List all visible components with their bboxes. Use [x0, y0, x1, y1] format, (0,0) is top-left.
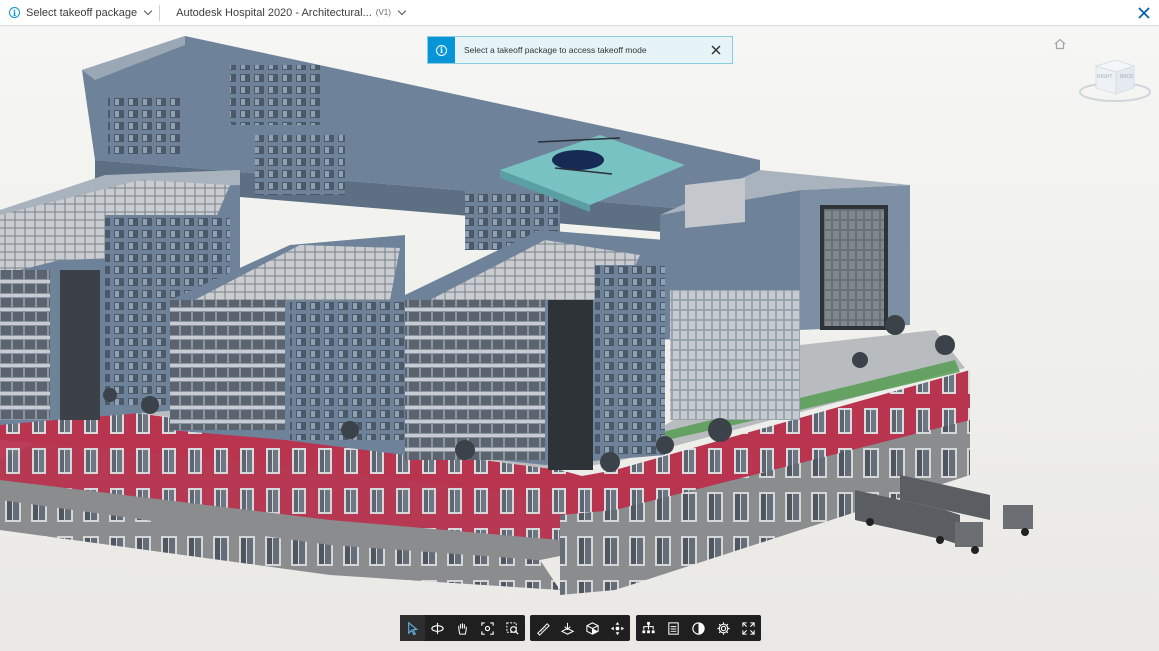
settings-toolbar [636, 615, 761, 641]
model-browser-button[interactable] [636, 615, 661, 641]
info-icon: i [9, 7, 20, 18]
render-settings-icon [692, 621, 705, 635]
top-bar: i Select takeoff package Autodesk Hospit… [0, 0, 1159, 26]
home-icon [1054, 38, 1066, 50]
takeoff-package-selector[interactable]: i Select takeoff package [0, 0, 153, 25]
viewcube[interactable]: RIGHT BACK [1078, 52, 1152, 104]
chevron-down-icon [397, 6, 407, 15]
viewcube-right-face: RIGHT [1097, 74, 1113, 80]
model-name: Autodesk Hospital 2020 - Architectural..… [176, 6, 372, 19]
topbar-divider [159, 4, 161, 21]
viewcube-back-face: BACK [1120, 74, 1134, 80]
close-viewer-button[interactable] [1135, 4, 1153, 22]
model-browser-icon [642, 621, 655, 633]
properties-button[interactable] [661, 615, 686, 641]
settings-icon [717, 621, 730, 635]
properties-icon [668, 621, 679, 635]
home-view-button[interactable] [1053, 37, 1067, 50]
close-icon [711, 45, 721, 55]
orbit-icon [431, 622, 444, 634]
pan-icon [458, 622, 467, 635]
select-icon [408, 621, 419, 635]
first-person-button[interactable] [605, 615, 630, 641]
info-icon: i [436, 44, 447, 56]
select-button[interactable] [400, 615, 425, 641]
dismiss-toast-button[interactable] [706, 40, 726, 60]
zoom-window-icon [506, 621, 519, 635]
fit-to-view-icon [481, 621, 494, 635]
section-button[interactable] [555, 615, 580, 641]
explode-icon [586, 621, 599, 635]
toast-message: Select a takeoff package to access takeo… [464, 45, 647, 55]
pan-button[interactable] [450, 615, 475, 641]
measure-icon [537, 622, 550, 636]
hospital-3d-model[interactable] [0, 27, 1159, 651]
viewcube-icon [1079, 59, 1151, 102]
settings-button[interactable] [711, 615, 736, 641]
section-icon [560, 622, 575, 635]
first-person-icon [610, 621, 625, 635]
fullscreen-button[interactable] [736, 615, 761, 641]
toast-icon-bar: i [428, 37, 455, 63]
zoom-window-button[interactable] [500, 615, 525, 641]
fit-to-view-button[interactable] [475, 615, 500, 641]
model-version: (V1) [375, 8, 391, 17]
tools-toolbar [530, 615, 630, 641]
chevron-down-icon [143, 6, 153, 15]
takeoff-info-toast: i Select a takeoff package to access tak… [427, 36, 733, 64]
model-viewport[interactable]: RIGHT BACK [0, 27, 1159, 651]
fullscreen-icon [742, 621, 755, 635]
navigation-toolbar [400, 615, 525, 641]
render-settings-button[interactable] [686, 615, 711, 641]
measure-button[interactable] [530, 615, 555, 641]
orbit-button[interactable] [425, 615, 450, 641]
close-icon [1138, 7, 1150, 19]
takeoff-package-label: Select takeoff package [26, 6, 138, 19]
model-selector[interactable]: Autodesk Hospital 2020 - Architectural..… [176, 6, 407, 19]
explode-button[interactable] [580, 615, 605, 641]
